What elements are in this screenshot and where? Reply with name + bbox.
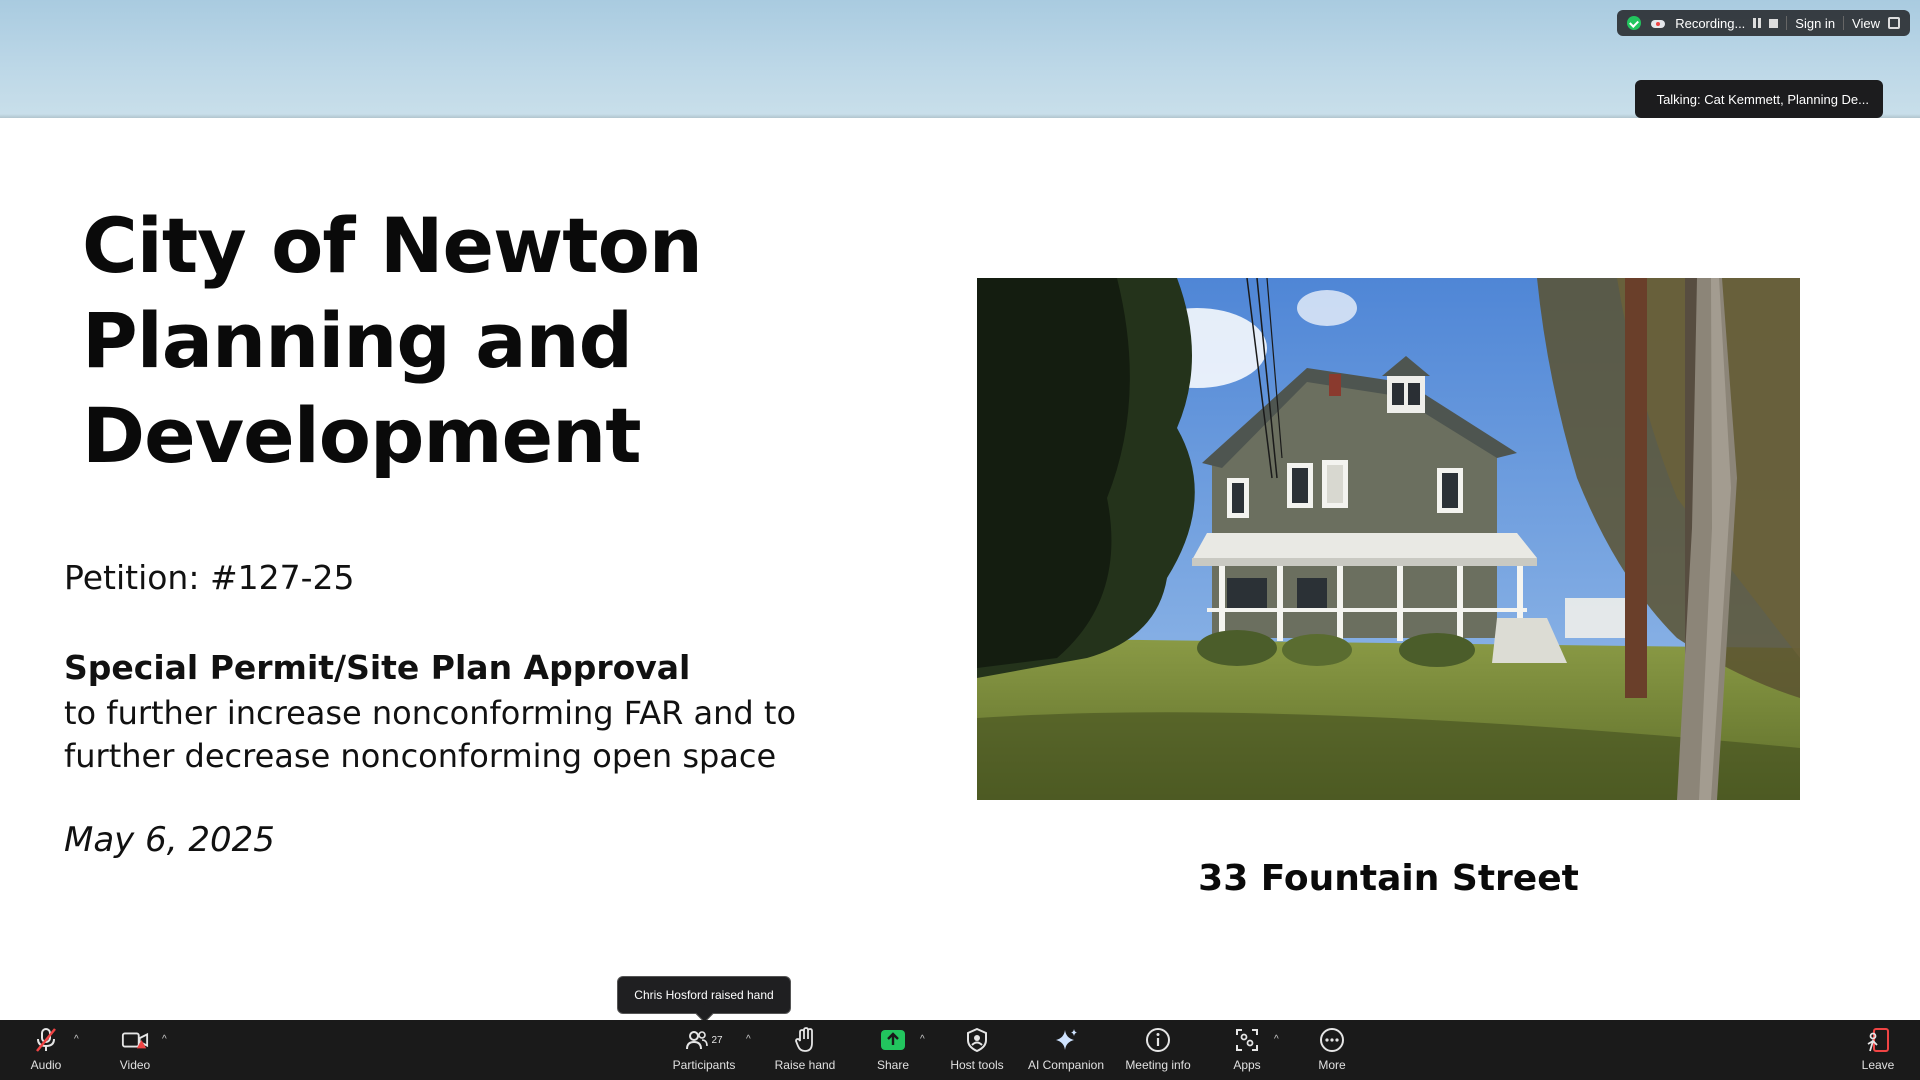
share-options-caret-icon[interactable]: ^ [920, 1034, 925, 1045]
apps-label: Apps [1233, 1058, 1261, 1072]
video-camera-off-icon [121, 1026, 149, 1054]
slide-date: May 6, 2025 [64, 820, 275, 860]
video-label: Video [119, 1058, 151, 1072]
ai-companion-button[interactable]: AI Companion [1026, 1020, 1106, 1080]
recording-label: Recording... [1675, 15, 1746, 31]
slide-title: City of Newton Planning and Development [82, 198, 902, 483]
host-tools-shield-icon [963, 1026, 991, 1054]
participants-icon: 27 [682, 1026, 726, 1054]
pause-recording-icon[interactable] [1753, 18, 1762, 28]
house-illustration [977, 278, 1800, 800]
meeting-info-label: Meeting info [1125, 1058, 1191, 1072]
petition-number: Petition: #127-25 [64, 558, 355, 597]
view-button[interactable]: View [1852, 16, 1880, 31]
ai-sparkle-icon [1052, 1026, 1080, 1054]
property-address: 33 Fountain Street [1198, 858, 1579, 899]
permit-heading: Special Permit/Site Plan Approval [64, 648, 691, 687]
audio-label: Audio [30, 1058, 62, 1072]
participants-button[interactable]: 27 Participants [666, 1020, 742, 1080]
participants-label: Participants [672, 1058, 736, 1072]
audio-options-caret-icon[interactable]: ^ [74, 1034, 79, 1045]
host-tools-label: Host tools [950, 1058, 1004, 1072]
share-label: Share [876, 1058, 910, 1072]
view-grid-icon[interactable] [1888, 17, 1900, 29]
divider [1843, 16, 1845, 30]
raise-hand-label: Raise hand [774, 1058, 836, 1072]
audio-button[interactable]: Audio [22, 1020, 70, 1080]
host-tools-button[interactable]: Host tools [946, 1020, 1008, 1080]
slide-title-line: Planning and [82, 296, 633, 385]
meeting-info-button[interactable]: Meeting info [1120, 1020, 1196, 1080]
leave-label: Leave [1861, 1058, 1895, 1072]
microphone-muted-icon [32, 1026, 60, 1054]
permit-description-line: further decrease nonconforming open spac… [64, 737, 777, 775]
video-button[interactable]: Video [112, 1020, 158, 1080]
more-ellipsis-icon [1318, 1026, 1346, 1054]
info-icon [1144, 1026, 1172, 1054]
cloud-recording-icon [1649, 17, 1667, 29]
share-screen-icon [879, 1026, 907, 1054]
permit-description-line: to further increase nonconforming FAR an… [64, 694, 797, 732]
encryption-shield-icon[interactable] [1627, 16, 1642, 30]
more-label: More [1318, 1058, 1346, 1072]
ai-companion-label: AI Companion [1027, 1058, 1105, 1072]
participants-options-caret-icon[interactable]: ^ [746, 1034, 751, 1045]
stop-recording-icon[interactable] [1769, 18, 1779, 28]
more-button[interactable]: More [1310, 1020, 1354, 1080]
recording-status-bar: Recording... Sign in View [1617, 10, 1910, 36]
apps-options-caret-icon[interactable]: ^ [1274, 1034, 1279, 1045]
video-options-caret-icon[interactable]: ^ [162, 1034, 167, 1045]
participants-count: 27 [711, 1034, 723, 1046]
sign-in-button[interactable]: Sign in [1795, 16, 1835, 31]
divider [1786, 16, 1788, 30]
raised-hand-notification: Chris Hosford raised hand [617, 976, 791, 1014]
meeting-toolbar: Audio ^ Video ^ 27 Participants ^ Raise … [0, 1020, 1920, 1080]
apps-icon [1233, 1026, 1261, 1054]
share-button[interactable]: Share [872, 1020, 914, 1080]
house-photo [977, 278, 1800, 800]
raise-hand-icon [791, 1026, 819, 1054]
apps-button[interactable]: Apps [1226, 1020, 1268, 1080]
leave-door-icon [1864, 1026, 1892, 1054]
leave-button[interactable]: Leave [1858, 1020, 1898, 1080]
slide-title-line: City of Newton [82, 201, 703, 290]
talking-indicator: Talking: Cat Kemmett, Planning De... [1634, 80, 1883, 118]
raise-hand-button[interactable]: Raise hand [770, 1020, 840, 1080]
slide-title-line: Development [82, 391, 642, 480]
permit-description: to further increase nonconforming FAR an… [64, 692, 924, 778]
